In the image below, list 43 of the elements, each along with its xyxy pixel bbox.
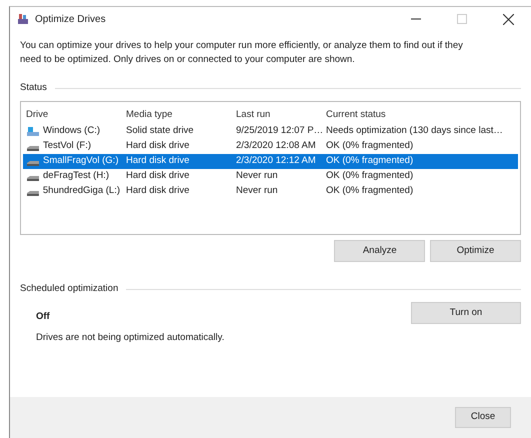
action-button[interactable]: Analyze <box>334 240 426 262</box>
column-header[interactable]: Current status <box>323 104 518 124</box>
drive-row[interactable]: Windows (C:) Solid state drive 9/25/2019 12:07 P… Needs optimization (130 days since last… <box>23 124 518 138</box>
drive-row[interactable]: TestVol (F:) Hard disk drive 2/3/2020 12:08 AM OK (0% fragmented) <box>23 138 518 154</box>
table-cell-text: Hard disk drive <box>125 154 190 168</box>
column-header[interactable]: Drive <box>23 104 123 124</box>
section-title: Scheduled optimization <box>20 282 118 296</box>
section-title: Status <box>20 81 47 95</box>
action-button[interactable]: Optimize <box>430 240 521 262</box>
table-cell-text: Never run <box>235 168 279 183</box>
close-dialog-button[interactable]: Close <box>455 407 511 428</box>
drive-row[interactable]: SmallFragVol (G:) Hard disk drive 2/3/2020 12:12 AM OK (0% fragmented) <box>23 154 518 168</box>
table-cell-text: 2/3/2020 12:08 AM <box>235 138 317 153</box>
description-text: You can optimize your drives to help your computer run more efficiently, or analyze them to find out if they need to be optimized. Only drives on or connected to your computer are shown. <box>20 39 464 67</box>
window-title: Optimize Drives <box>35 12 107 26</box>
table-cell-text: Hard disk drive <box>125 184 190 198</box>
table-cell-text: Solid state drive <box>125 124 195 138</box>
schedule-state: Off <box>36 310 51 324</box>
table-cell-text: Hard disk drive <box>125 138 190 153</box>
drive-row[interactable]: 5hundredGiga (L:) Hard disk drive Never run OK (0% fragmented) <box>23 184 518 198</box>
table-cell-text: OK (0% fragmented) <box>325 138 414 153</box>
column-header[interactable]: Last run <box>233 104 323 124</box>
drive-row[interactable]: deFragTest (H:) Hard disk drive Never run OK (0% fragmented) <box>23 168 518 184</box>
table-cell-text: 5hundredGiga (L:) <box>42 184 120 198</box>
table-cell-text: OK (0% fragmented) <box>325 154 414 168</box>
table-cell-text: OK (0% fragmented) <box>325 168 414 183</box>
maximize-icon <box>457 14 467 24</box>
table-cell-text: Hard disk drive <box>125 168 190 183</box>
defragment-app-icon <box>17 13 29 25</box>
drive-icon <box>26 125 40 137</box>
table-cell-text: TestVol (F:) <box>43 138 92 153</box>
table-cell-text: 9/25/2019 12:07 P… <box>235 124 323 138</box>
table-cell-text: deFragTest (H:) <box>43 168 109 183</box>
turn-on-button[interactable]: Turn on <box>411 302 521 324</box>
close-icon <box>502 14 514 24</box>
table-cell-text: OK (0% fragmented) <box>325 184 414 198</box>
table-cell-text: 2/3/2020 12:12 AM <box>235 154 317 168</box>
table-cell-text: Windows (C:) <box>43 124 100 138</box>
schedule-message: Drives are not being optimized automatically. <box>36 330 224 344</box>
table-cell-text: Never run <box>235 184 279 198</box>
column-header[interactable]: Media type <box>123 104 233 124</box>
table-cell-text: SmallFragVol (G:) <box>43 154 118 168</box>
table-cell-text: Needs optimization (130 days since last… <box>325 124 504 138</box>
